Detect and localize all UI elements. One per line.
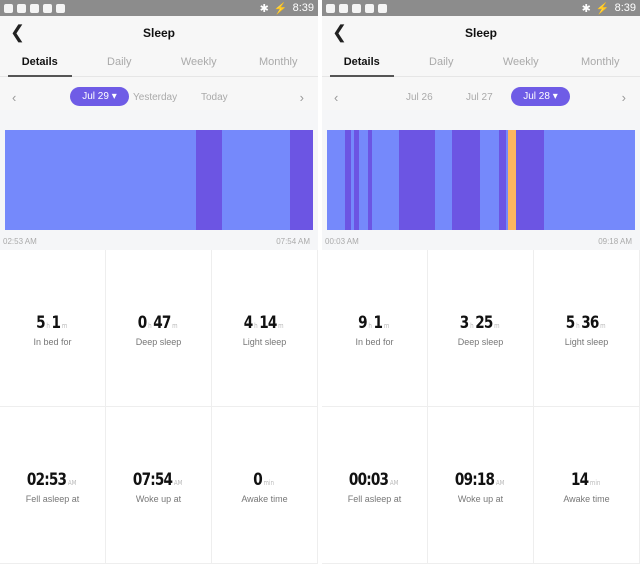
chart-start-time: 02:53 AM (3, 237, 37, 246)
tab-bar: Details Daily Weekly Monthly (322, 56, 640, 77)
segment-deep (196, 130, 222, 230)
date-option[interactable]: Jul 26 (406, 92, 433, 103)
segment-deep (452, 130, 480, 230)
status-bar: ✱ ⚡ 8:39 (322, 0, 640, 16)
segment-light (435, 130, 453, 230)
segment-deep (399, 130, 436, 230)
stat-card: 5 h1 m In bed for (0, 250, 106, 407)
segment-light (371, 130, 400, 230)
segment-light (479, 130, 499, 230)
status-time: 8:39 (614, 2, 636, 14)
date-selector: ‹ Jul 26 Jul 27 Jul 28 ▾ › (322, 87, 640, 107)
stat-value: 4 h14 m (243, 313, 284, 333)
sleep-timeline (327, 130, 636, 230)
stat-value: 14 min (570, 470, 601, 490)
date-option[interactable]: Today (201, 92, 228, 103)
stat-value: 0 h47 m (137, 313, 178, 333)
tab-weekly[interactable]: Weekly (481, 56, 561, 76)
status-bar: ✱ ⚡ 8:39 (0, 0, 318, 16)
stat-value: 5 h36 m (565, 313, 606, 333)
segment-light (5, 130, 197, 230)
segment-deep (498, 130, 506, 230)
sleep-screen: ✱ ⚡ 8:39 ❮ Sleep Details Daily Weekly Monthly… (0, 0, 318, 564)
stat-label: Deep sleep (457, 337, 504, 347)
stat-label: Woke up at (457, 494, 504, 504)
date-selector: ‹ Jul 29 ▾ Yesterday Today › (0, 87, 318, 107)
stat-value: 5 h1 m (36, 313, 68, 333)
bluetooth-icon: ✱ (259, 2, 269, 15)
stat-label: Light sleep (564, 337, 609, 347)
sleep-chart: 02:53 AM 07:54 AM (0, 110, 318, 250)
stat-label: Light sleep (242, 337, 287, 347)
chart-end-time: 09:18 AM (598, 237, 632, 246)
segment-awake (507, 130, 516, 230)
stat-value: 07:54 AM (132, 470, 183, 490)
tab-monthly[interactable]: Monthly (561, 56, 640, 76)
stat-label: In bed for (355, 337, 394, 347)
next-arrow-icon[interactable]: › (622, 90, 626, 105)
stat-label: Awake time (563, 494, 610, 504)
next-arrow-icon[interactable]: › (300, 90, 304, 105)
segment-deep (290, 130, 313, 230)
segment-light (327, 130, 346, 230)
stat-card: 0 h47 m Deep sleep (106, 250, 212, 407)
sleep-timeline (5, 130, 313, 230)
segment-light (544, 130, 636, 230)
date-option[interactable]: Yesterday (133, 92, 177, 103)
stat-label: In bed for (33, 337, 72, 347)
sleep-screen: ✱ ⚡ 8:39 ❮ Sleep Details Daily Weekly Monthly… (322, 0, 640, 564)
stat-card: 02:53 AM Fell asleep at (0, 407, 106, 564)
tab-details[interactable]: Details (0, 56, 80, 77)
notification-icons (326, 3, 387, 13)
tab-weekly[interactable]: Weekly (159, 56, 239, 76)
chart-start-time: 00:03 AM (325, 237, 359, 246)
prev-arrow-icon[interactable]: ‹ (12, 90, 16, 105)
battery-icon: ⚡ (595, 2, 610, 15)
tab-details[interactable]: Details (322, 56, 402, 77)
segment-deep (515, 130, 544, 230)
battery-icon: ⚡ (273, 2, 288, 15)
page-title: Sleep (464, 26, 497, 40)
prev-arrow-icon[interactable]: ‹ (334, 90, 338, 105)
bluetooth-icon: ✱ (581, 2, 591, 15)
stat-card: 0 min Awake time (212, 407, 318, 564)
stat-card: 9 h1 m In bed for (322, 250, 428, 407)
stat-card: 07:54 AM Woke up at (106, 407, 212, 564)
stat-value: 02:53 AM (26, 470, 77, 490)
segment-light (359, 130, 369, 230)
status-time: 8:39 (292, 2, 314, 14)
stat-card: 4 h14 m Light sleep (212, 250, 318, 407)
date-option[interactable]: Jul 27 (466, 92, 493, 103)
segment-light (221, 130, 291, 230)
stat-label: Fell asleep at (347, 494, 402, 504)
stat-card: 09:18 AM Woke up at (428, 407, 534, 564)
stat-value: 00:03 AM (348, 470, 399, 490)
stat-label: Woke up at (135, 494, 182, 504)
stat-value: 3 h25 m (459, 313, 500, 333)
chart-end-time: 07:54 AM (276, 237, 310, 246)
tab-monthly[interactable]: Monthly (239, 56, 319, 76)
stat-value: 9 h1 m (358, 313, 390, 333)
stat-label: Deep sleep (135, 337, 182, 347)
page-title: Sleep (142, 26, 175, 40)
stat-card: 14 min Awake time (534, 407, 640, 564)
stat-label: Fell asleep at (25, 494, 80, 504)
stat-value: 09:18 AM (454, 470, 505, 490)
sleep-chart: 00:03 AM 09:18 AM (322, 110, 640, 250)
stat-label: Awake time (241, 494, 288, 504)
tab-daily[interactable]: Daily (80, 56, 160, 76)
stat-card: 00:03 AM Fell asleep at (322, 407, 428, 564)
notification-icons (4, 3, 65, 13)
stats-grid: 5 h1 m In bed for 0 h47 m Deep sleep 4 h14 m L… (0, 250, 318, 564)
selected-date-pill[interactable]: Jul 28 ▾ (511, 87, 570, 106)
stat-card: 3 h25 m Deep sleep (428, 250, 534, 407)
stat-card: 5 h36 m Light sleep (534, 250, 640, 407)
stats-grid: 9 h1 m In bed for 3 h25 m Deep sleep 5 h36 m L… (322, 250, 640, 564)
stat-value: 0 min (253, 470, 275, 490)
selected-date-pill[interactable]: Jul 29 ▾ (70, 87, 129, 106)
tab-daily[interactable]: Daily (402, 56, 482, 76)
tab-bar: Details Daily Weekly Monthly (0, 56, 318, 77)
